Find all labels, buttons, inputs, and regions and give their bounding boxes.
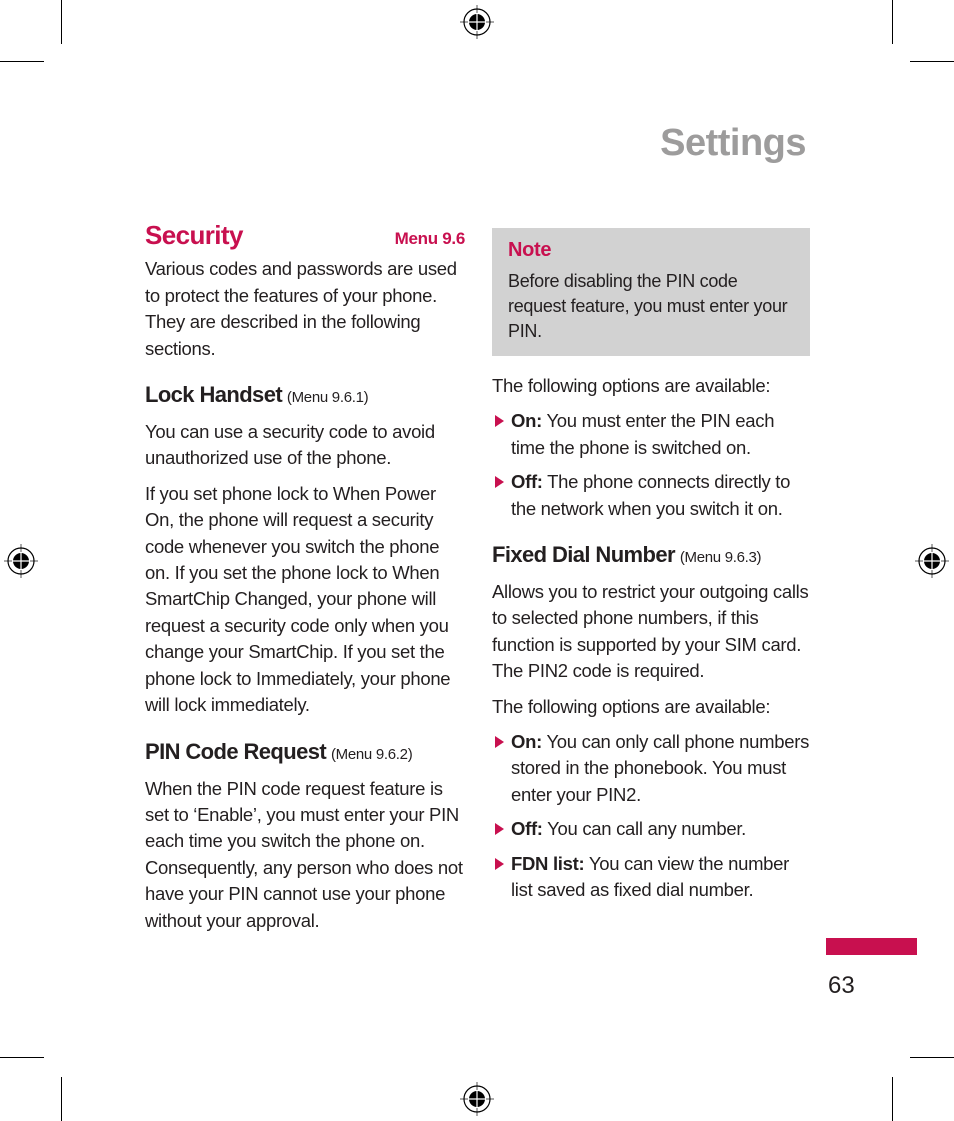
section-tab-marker	[826, 938, 917, 955]
paragraph: If you set phone lock to When Power On, …	[145, 482, 451, 716]
crop-mark	[0, 1057, 44, 1058]
subsection-title: Lock Handset	[145, 382, 283, 408]
subsection-title: PIN Code Request	[145, 738, 327, 764]
paragraph: Allows you to restrict your outgoing cal…	[492, 581, 809, 682]
options-intro: The following options are available:	[492, 695, 771, 717]
list-item: Off: You can call any number.	[492, 816, 812, 842]
crop-mark	[61, 0, 62, 44]
paragraph: When the PIN code request feature is set…	[145, 777, 463, 931]
subsection-title: Fixed Dial Number	[492, 542, 676, 568]
option-text: You can call any number.	[542, 818, 747, 840]
bullet-arrow-icon	[495, 736, 504, 749]
note-box: Note Before disabling the PIN code reque…	[492, 228, 810, 356]
fdn-options-list: On: You can only call phone numbers stor…	[492, 729, 812, 903]
option-text: You can only call phone numbers stored i…	[511, 731, 810, 805]
page-title: Settings	[660, 122, 806, 164]
subsection-header: PIN Code Request (Menu 9.6.2)	[145, 739, 465, 768]
crop-mark	[892, 1077, 893, 1121]
section-header: Security Menu 9.6	[145, 222, 465, 252]
list-item: Off: The phone connects directly to the …	[492, 469, 812, 522]
subsection-menu-number: (Menu 9.6.1)	[286, 389, 369, 407]
bullet-arrow-icon	[495, 476, 504, 489]
page-number: 63	[828, 972, 855, 999]
registration-mark-icon	[460, 1082, 494, 1116]
security-intro: Various codes and passwords are used to …	[145, 258, 457, 359]
paragraph: You can use a security code to avoid una…	[145, 421, 435, 469]
subsection-header: Lock Handset (Menu 9.6.1)	[145, 382, 465, 411]
list-item: On: You can only call phone numbers stor…	[492, 729, 812, 808]
option-label: FDN list:	[511, 852, 585, 874]
note-title: Note	[508, 239, 552, 261]
option-label: On:	[511, 731, 542, 753]
subsection-menu-number: (Menu 9.6.3)	[679, 549, 762, 567]
crop-mark	[910, 1057, 954, 1058]
subsection-menu-number: (Menu 9.6.2)	[330, 745, 413, 763]
crop-mark	[61, 1077, 62, 1121]
right-column: Note Before disabling the PIN code reque…	[492, 228, 812, 913]
left-column: Security Menu 9.6 Various codes and pass…	[145, 222, 465, 943]
bullet-arrow-icon	[495, 823, 504, 836]
note-text: Before disabling the PIN code request fe…	[508, 271, 788, 341]
section-menu-number: Menu 9.6	[394, 229, 466, 248]
options-intro: The following options are available:	[492, 375, 771, 396]
crop-mark	[892, 0, 893, 44]
bullet-arrow-icon	[495, 415, 504, 428]
list-item: FDN list: You can view the number list s…	[492, 851, 812, 904]
crop-mark	[910, 61, 954, 62]
pin-options-list: On: You must enter the PIN each time the…	[492, 408, 812, 522]
option-label: On:	[511, 410, 542, 432]
option-text: The phone connects directly to the netwo…	[511, 471, 791, 519]
subsection-header: Fixed Dial Number (Menu 9.6.3)	[492, 542, 812, 571]
registration-mark-icon	[4, 544, 38, 578]
crop-mark	[0, 61, 44, 62]
registration-mark-icon	[460, 5, 494, 39]
option-text: You must enter the PIN each time the pho…	[511, 410, 775, 458]
list-item: On: You must enter the PIN each time the…	[492, 408, 812, 461]
section-title: Security	[145, 220, 243, 250]
registration-mark-icon	[915, 544, 949, 578]
option-label: Off:	[511, 818, 543, 840]
option-label: Off:	[511, 471, 543, 493]
bullet-arrow-icon	[495, 857, 504, 870]
